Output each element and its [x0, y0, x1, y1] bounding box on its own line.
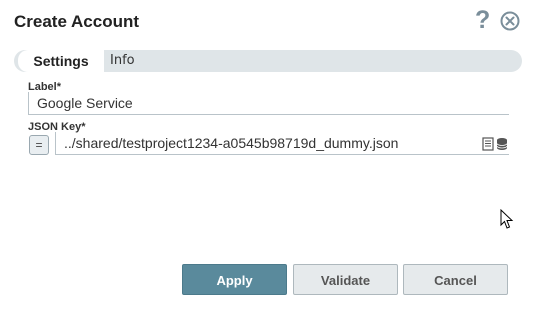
close-icon[interactable] — [500, 11, 520, 31]
tab-bar: Settings Info — [14, 50, 522, 72]
cancel-button[interactable]: Cancel — [403, 264, 508, 295]
mouse-cursor-icon — [500, 209, 514, 229]
tab-settings[interactable]: Settings — [18, 50, 104, 72]
expression-toggle-button[interactable]: = — [29, 135, 49, 155]
tab-info[interactable]: Info — [110, 50, 135, 72]
dialog-title: Create Account — [14, 12, 140, 31]
validate-button[interactable]: Validate — [293, 264, 398, 295]
help-icon[interactable]: ? — [475, 6, 490, 34]
label-input[interactable]: Google Service — [28, 92, 509, 115]
json-key-input-value: ../shared/testproject1234-a0545b98719d_d… — [64, 135, 399, 151]
apply-button[interactable]: Apply — [182, 264, 287, 295]
label-input-value: Google Service — [37, 95, 133, 111]
database-icon[interactable] — [496, 137, 508, 151]
file-icon[interactable] — [482, 137, 494, 151]
json-key-input[interactable]: ../shared/testproject1234-a0545b98719d_d… — [55, 132, 509, 155]
